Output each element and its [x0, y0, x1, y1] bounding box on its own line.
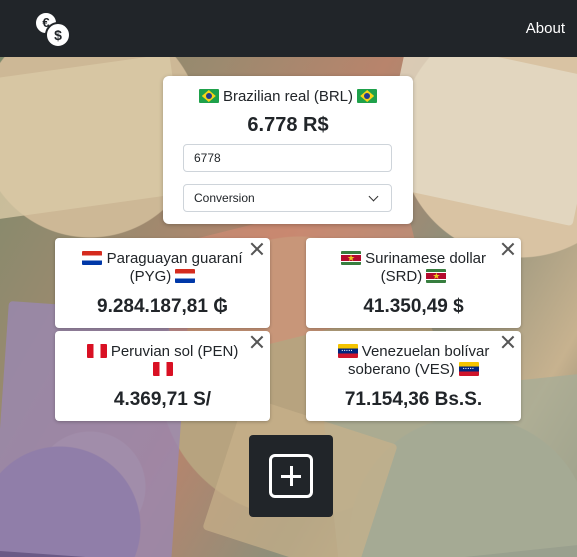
currency-card-pyg: Paraguayan guaraní (PYG) 9.284.187,81 ₲ [55, 238, 270, 328]
chevron-down-icon [368, 191, 379, 201]
close-icon[interactable] [248, 333, 266, 351]
currency-card-pen: Peruvian sol (PEN) 4.369,71 S/ [55, 331, 270, 421]
flag-brazil-icon [357, 89, 378, 103]
close-icon[interactable] [499, 240, 517, 258]
currency-exchange-icon[interactable]: € $ [34, 10, 71, 48]
flag-venezuela-icon [458, 362, 479, 376]
amount-input[interactable] [183, 144, 392, 172]
about-link[interactable]: About [526, 20, 565, 37]
currency-name-text: Peruvian sol (PEN) [110, 343, 239, 360]
plus-square-icon [269, 454, 313, 498]
flag-suriname-icon [426, 269, 447, 283]
mode-select-value: Conversion [194, 191, 255, 205]
currency-value: 71.154,36 Bs.S. [344, 389, 483, 410]
currency-card-srd: Surinamese dollar (SRD) 41.350,49 $ [306, 238, 521, 328]
navbar: € $ About [0, 0, 577, 57]
currency-value: 9.284.187,81 ₲ [97, 296, 228, 317]
currency-value: 41.350,49 $ [363, 296, 464, 317]
flag-paraguay-icon [82, 251, 103, 265]
currency-name: Venezuelan bolívar soberano (VES) [306, 343, 521, 379]
flag-brazil-icon [198, 89, 219, 103]
flag-paraguay-icon [175, 269, 196, 283]
close-icon[interactable] [248, 240, 266, 258]
close-icon[interactable] [499, 333, 517, 351]
currency-card-ves: Venezuelan bolívar soberano (VES) 71.154… [306, 331, 521, 421]
flag-venezuela-icon [337, 344, 358, 358]
mode-select[interactable]: Conversion [183, 184, 392, 212]
base-currency-amount: 6.778 R$ [247, 114, 329, 136]
base-currency-title: Brazilian real (BRL) [163, 88, 413, 105]
base-currency-card: Brazilian real (BRL) 6.778 R$ Conversion [163, 76, 413, 224]
add-currency-button[interactable] [249, 435, 333, 517]
currency-value: 4.369,71 S/ [113, 389, 212, 410]
flag-peru-icon [86, 344, 107, 358]
currency-name: Paraguayan guaraní (PYG) [55, 250, 270, 286]
currency-name: Surinamese dollar (SRD) [306, 250, 521, 286]
dollar-coin-icon: $ [45, 21, 71, 48]
flag-suriname-icon [340, 251, 361, 265]
flag-peru-icon [152, 362, 173, 376]
base-currency-name: Brazilian real (BRL) [222, 88, 354, 105]
currency-name: Peruvian sol (PEN) [55, 343, 270, 379]
banknote-shape [0, 57, 189, 221]
